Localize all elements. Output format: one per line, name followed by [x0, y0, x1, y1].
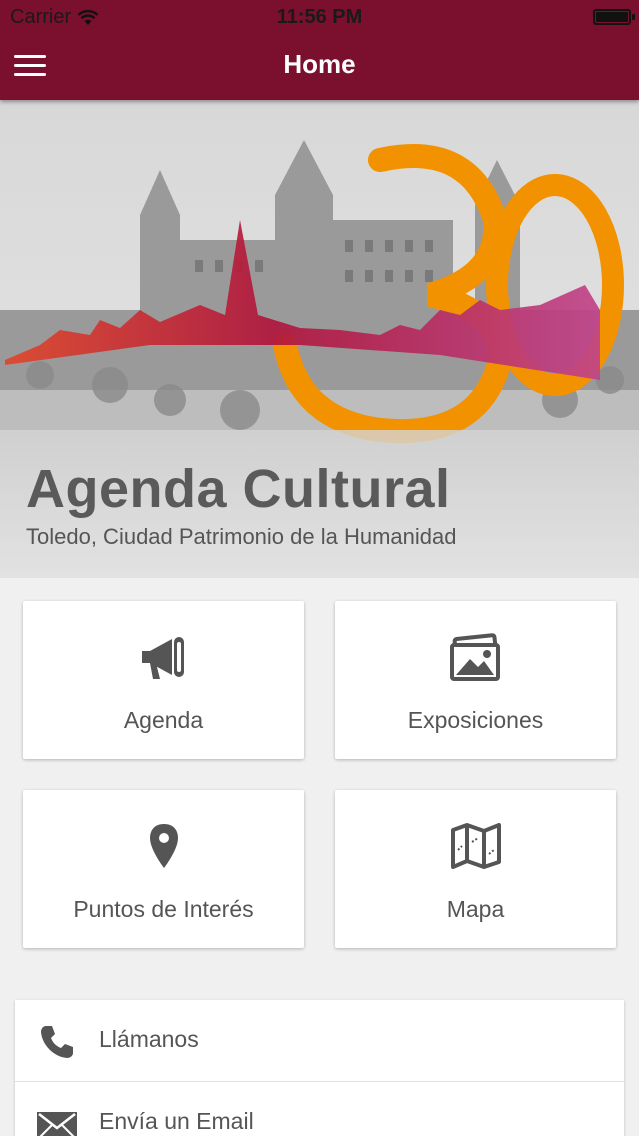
email-label: Envía un Email: [99, 1108, 254, 1134]
map-pin-icon: [23, 820, 304, 872]
top-bar: Carrier 11:56 PM Home: [0, 0, 639, 100]
agenda-card[interactable]: Agenda: [23, 601, 304, 759]
folded-map-icon: [335, 820, 616, 872]
megaphone-icon: [23, 631, 304, 683]
status-bar: Carrier 11:56 PM: [0, 0, 639, 34]
call-us-item[interactable]: Llámanos: [15, 1000, 624, 1082]
contact-list: Llámanos Envía un Email: [15, 1000, 624, 1136]
hero-subtitle: Toledo, Ciudad Patrimonio de la Humanida…: [26, 524, 457, 549]
agenda-label: Agenda: [123, 707, 204, 733]
call-us-label: Llámanos: [99, 1026, 199, 1052]
exposiciones-card[interactable]: Exposiciones: [335, 601, 616, 759]
exposiciones-label: Exposiciones: [407, 707, 544, 733]
mapa-label: Mapa: [446, 896, 505, 922]
mapa-card[interactable]: Mapa: [335, 790, 616, 948]
hero-banner: Agenda Cultural Toledo, Ciudad Patrimoni…: [0, 100, 639, 578]
navigation-bar: Home: [0, 34, 639, 100]
battery-icon: [593, 9, 635, 25]
page-title: Home: [283, 49, 356, 79]
email-item[interactable]: Envía un Email: [15, 1082, 624, 1136]
phone-icon: [41, 1026, 73, 1058]
envelope-icon: [37, 1112, 77, 1136]
hero-title: Agenda Cultural: [26, 459, 451, 519]
gallery-icon: [335, 631, 616, 683]
puntos-interes-card[interactable]: Puntos de Interés: [23, 790, 304, 948]
puntos-interes-label: Puntos de Interés: [73, 896, 254, 922]
status-time: 11:56 PM: [276, 6, 363, 28]
